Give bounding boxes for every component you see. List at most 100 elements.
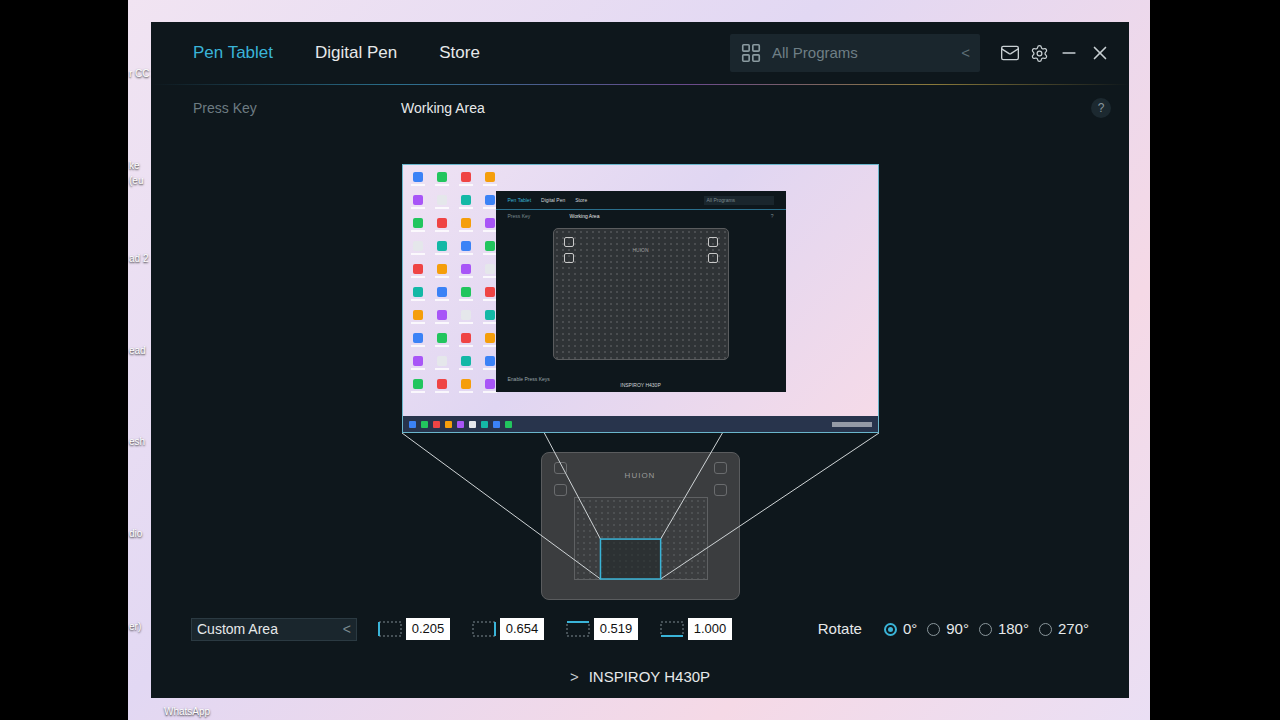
desktop-icon: [437, 218, 447, 228]
preview-subtab: Press Key: [508, 213, 570, 219]
rotate-option[interactable]: 90°: [927, 618, 969, 641]
main-tab[interactable]: Store: [439, 40, 480, 66]
desktop-icon-label[interactable]: r CC: [129, 68, 150, 80]
rotate-option[interactable]: 0°: [884, 618, 917, 641]
area-field: 0.654: [472, 618, 544, 640]
tablet: HUION: [541, 452, 740, 600]
desktop-icon-label[interactable]: ead: [129, 345, 146, 357]
desktop-icon: [461, 356, 471, 366]
working-area-map: Pen TabletDigital PenStoreAll ProgramsPr…: [402, 164, 879, 600]
title-bar: Pen Tablet Digital Pen Store All Programs<: [151, 22, 1129, 84]
desktop-icon: [485, 287, 495, 297]
area-value-input[interactable]: 0.519: [594, 618, 638, 640]
rotate-label: Rotate: [818, 618, 862, 641]
radio-button[interactable]: [884, 623, 897, 636]
desktop-icon-label[interactable]: WhatsApp: [164, 706, 210, 718]
area-value-input[interactable]: 0.654: [500, 618, 544, 640]
preview-app-window: Pen TabletDigital PenStoreAll ProgramsPr…: [496, 191, 786, 392]
radio-button[interactable]: [1039, 623, 1052, 636]
preview-subtab: Working Area: [570, 213, 600, 219]
desktop-icon: [413, 333, 423, 343]
subtab[interactable]: Working Area: [401, 98, 485, 119]
preview-checkbox-label: Enable Press Keys: [508, 376, 774, 382]
desktop-icon: [413, 264, 423, 274]
desktop-icon: [485, 195, 495, 205]
desktop-icon: [485, 310, 495, 320]
desktop-icon: [485, 218, 495, 228]
desktop-icon-label[interactable]: dio: [129, 528, 142, 540]
area-value-input[interactable]: 0.205: [406, 618, 450, 640]
rotate-option[interactable]: 180°: [979, 618, 1029, 641]
area-side-icon: [472, 621, 496, 637]
letterbox-right: [1150, 0, 1280, 720]
desktop-icon: [437, 379, 447, 389]
desktop-icon: [461, 287, 471, 297]
desktop-icon: [485, 172, 495, 182]
tablet-key[interactable]: [554, 462, 567, 474]
desktop-icon-label[interactable]: ke: [129, 160, 140, 172]
desktop-icon: [461, 264, 471, 274]
area-value-input[interactable]: 1.000: [688, 618, 732, 640]
area-side-icon: [566, 621, 590, 637]
app-window: Pen TabletDigital PenStoreAll Programs<P…: [151, 22, 1129, 698]
desktop-icon: [461, 195, 471, 205]
minimize-icon[interactable]: [1059, 43, 1079, 63]
main-tab[interactable]: Pen Tablet: [193, 40, 273, 66]
desktop-icon: [461, 333, 471, 343]
preview-tablet: HUION: [553, 228, 729, 360]
main-tab[interactable]: Digital Pen: [315, 40, 397, 66]
area-side-icon: [378, 621, 402, 637]
desktop-icon: [437, 195, 447, 205]
screen: r CC ke (eu ad 2 ead esh dio er) WhatsApp Pen Tab…: [0, 0, 1280, 720]
grid-icon: [740, 42, 762, 64]
desktop-icon: [413, 356, 423, 366]
letterbox-left: [0, 0, 128, 720]
rotate-option[interactable]: 270°: [1039, 618, 1089, 641]
desktop-icon: [413, 287, 423, 297]
help-button[interactable]: ?: [1091, 98, 1111, 118]
desktop-icon: [485, 333, 495, 343]
selector-chevron: <: [961, 42, 970, 65]
radio-button[interactable]: [979, 623, 992, 636]
desktop-icon: [437, 241, 447, 251]
desktop-icon: [485, 356, 495, 366]
preview-program-selector: All Programs: [704, 196, 774, 205]
subtab-bar: Press KeyWorking Area?: [151, 85, 1129, 131]
desktop-icon-label[interactable]: esh: [129, 436, 145, 448]
desktop-icon-grid: [406, 167, 502, 397]
desktop-icon: [413, 241, 423, 251]
radio-button[interactable]: [927, 623, 940, 636]
desktop-icon-label[interactable]: er): [129, 621, 141, 633]
close-icon[interactable]: [1089, 42, 1111, 64]
desktop-icon: [461, 379, 471, 389]
area-mode-dropdown[interactable]: Custom Area<: [191, 618, 357, 641]
desktop-icon: [485, 264, 495, 274]
preview-tab: Digital Pen: [541, 197, 565, 203]
desktop-icon: [437, 287, 447, 297]
area-field: 1.000: [660, 618, 732, 640]
tablet-key[interactable]: [714, 462, 727, 474]
desktop-icon: [413, 218, 423, 228]
desktop-icon: [437, 172, 447, 182]
desktop-icon-label[interactable]: (eu: [129, 175, 143, 187]
device-selector[interactable]: >INSPIROY H430P: [151, 665, 1129, 689]
desktop: r CC ke (eu ad 2 ead esh dio er) WhatsApp Pen Tab…: [128, 0, 1150, 720]
tablet-key[interactable]: [714, 484, 727, 496]
monitor-preview: Pen TabletDigital PenStoreAll ProgramsPr…: [402, 164, 879, 433]
program-selector[interactable]: All Programs<: [730, 34, 980, 72]
tablet-active-area: [574, 497, 708, 580]
subtab[interactable]: Press Key: [193, 98, 401, 119]
desktop-icon: [485, 379, 495, 389]
mail-icon[interactable]: [1000, 43, 1020, 63]
desktop-icon: [461, 218, 471, 228]
area-field: 0.205: [378, 618, 450, 640]
area-settings-bar: Custom Area< 0.205 0.654 0.519 1.000 Rotate 0°…: [151, 617, 1129, 641]
selected-area[interactable]: [600, 539, 660, 579]
desktop-icon: [413, 195, 423, 205]
desktop-icon-label[interactable]: ad 2: [129, 253, 148, 265]
desktop-icon: [437, 310, 447, 320]
desktop-icon: [437, 333, 447, 343]
desktop-icon: [413, 172, 423, 182]
gear-icon[interactable]: [1030, 44, 1049, 63]
tablet-key[interactable]: [554, 484, 567, 496]
